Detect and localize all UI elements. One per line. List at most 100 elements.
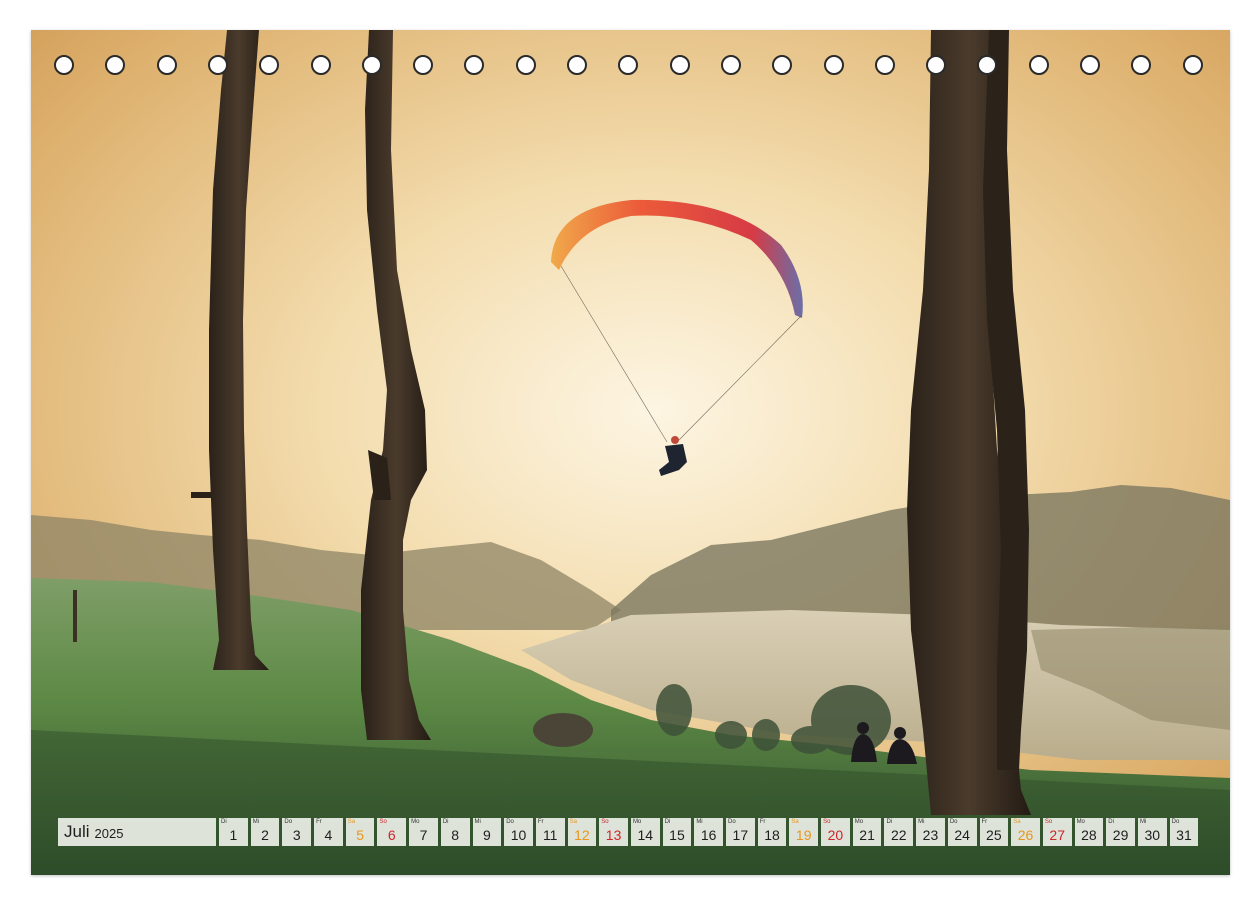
- day-cell: Mi 16: [694, 818, 723, 846]
- month-year: 2025: [94, 826, 124, 841]
- landscape-illustration: [31, 30, 1230, 875]
- month-name: Juli: [64, 822, 90, 841]
- day-number: 14: [637, 827, 654, 843]
- day-number: 8: [451, 827, 460, 843]
- weekday-label: So: [379, 819, 387, 825]
- day-number: 10: [510, 827, 527, 843]
- day-cell: So 13: [599, 818, 628, 846]
- binding-ring-icon: [361, 55, 382, 75]
- calendar-page: Juli 2025 Di 1 Mi 2 Do 3 Fr 4 Sa 5 So 6 Mo 7 Di 8 Mi 9 Do 1…: [0, 0, 1260, 905]
- day-number: 1: [229, 827, 238, 843]
- weekday-label: So: [601, 819, 609, 825]
- day-number: 27: [1049, 827, 1065, 843]
- day-number: 22: [890, 827, 907, 843]
- binding-ring-icon: [515, 55, 536, 75]
- weekday-label: Mo: [1076, 819, 1085, 825]
- weekday-label: Do: [506, 819, 514, 825]
- binding-ring-icon: [207, 55, 228, 75]
- binding-ring-icon: [874, 55, 895, 75]
- day-number: 15: [669, 827, 685, 843]
- day-cell: Do 24: [947, 818, 977, 846]
- binding-ring-icon: [156, 55, 177, 75]
- weekday-label: Do: [1171, 819, 1180, 825]
- day-cell: Do 10: [504, 818, 533, 846]
- day-cell: Mo 7: [409, 818, 438, 846]
- day-number: 17: [732, 827, 749, 843]
- weekday-label: Di: [221, 819, 227, 825]
- day-cell: Di 29: [1106, 818, 1135, 846]
- day-cell: Fr 25: [979, 818, 1009, 846]
- day-cell: Di 8: [440, 818, 470, 846]
- day-cell: Mo 14: [630, 818, 660, 846]
- fence-post: [73, 590, 77, 642]
- day-cell: Mo 28: [1074, 818, 1104, 846]
- day-cell: So 27: [1042, 818, 1072, 846]
- day-number: 28: [1081, 827, 1097, 843]
- day-number: 4: [324, 827, 333, 843]
- day-number: 23: [922, 827, 939, 843]
- weekday-label: Do: [949, 819, 958, 825]
- weekday-label: Mi: [474, 819, 481, 825]
- binding-ring-icon: [669, 55, 690, 75]
- day-cell: Fr 11: [535, 818, 565, 846]
- binding-ring-icon: [926, 55, 947, 75]
- day-number: 3: [292, 827, 301, 843]
- paraglider-photo: [31, 30, 1230, 875]
- binding-ring-icon: [720, 55, 741, 75]
- binding-ring-icon: [54, 55, 74, 75]
- day-number: 2: [261, 827, 269, 843]
- weekday-label: Mi: [1139, 819, 1147, 825]
- weekday-label: Do: [284, 819, 293, 825]
- weekday-label: Mo: [411, 819, 420, 825]
- day-number: 18: [764, 827, 780, 843]
- binding-ring-icon: [1080, 55, 1100, 75]
- binding-ring-icon: [413, 55, 434, 75]
- weekday-label: So: [1044, 819, 1053, 825]
- weekday-label: Mo: [632, 819, 642, 825]
- day-number: 31: [1176, 827, 1192, 843]
- day-cell: Mi 30: [1137, 818, 1167, 846]
- day-number: 21: [859, 827, 875, 843]
- day-cell: Fr 4: [314, 818, 343, 846]
- day-number: 30: [1144, 827, 1161, 843]
- weekday-label: Mo: [854, 819, 864, 825]
- day-number: 13: [605, 827, 622, 843]
- day-cell: Do 31: [1169, 818, 1199, 846]
- month-strip: Juli 2025 Di 1 Mi 2 Do 3 Fr 4 Sa 5 So 6 Mo 7 Di 8 Mi 9 Do 1…: [58, 818, 1199, 846]
- day-number: 25: [986, 827, 1002, 843]
- binding-ring-icon: [567, 55, 587, 75]
- day-cell: Mi 2: [250, 818, 280, 846]
- day-cell: Di 1: [219, 818, 248, 846]
- weekday-label: Do: [728, 819, 736, 825]
- binding-ring-icon: [1028, 55, 1049, 75]
- binding-ring-icon: [1182, 55, 1203, 75]
- weekday-label: So: [823, 819, 831, 825]
- rock: [533, 713, 593, 747]
- weekday-label: Di: [664, 819, 671, 825]
- weekday-label: Fr: [759, 819, 766, 825]
- day-cell: Di 22: [884, 818, 914, 846]
- weekday-label: Di: [442, 819, 449, 825]
- weekday-label: Sa: [347, 819, 356, 825]
- weekday-label: Fr: [316, 819, 322, 825]
- weekday-label: Di: [1108, 819, 1114, 825]
- day-cell: Di 15: [662, 818, 692, 846]
- weekday-label: Mi: [252, 819, 260, 825]
- weekday-label: Sa: [569, 819, 577, 825]
- day-number: 7: [419, 827, 428, 843]
- sign-post: [191, 492, 211, 498]
- day-number: 5: [356, 827, 364, 843]
- weekday-label: Mi: [918, 819, 925, 825]
- weekday-label: Sa: [1013, 819, 1021, 825]
- day-number: 20: [827, 827, 844, 843]
- weekday-label: Fr: [537, 819, 544, 825]
- day-cell: Mo 21: [852, 818, 882, 846]
- day-number: 24: [954, 827, 970, 843]
- day-number: 26: [1017, 827, 1034, 843]
- day-cell: Sa 12: [567, 818, 597, 846]
- day-cell: So 20: [821, 818, 850, 846]
- binding-ring-icon: [310, 55, 331, 75]
- day-cell: Fr 18: [757, 818, 787, 846]
- day-number: 16: [700, 827, 717, 843]
- weekday-label: Sa: [791, 819, 799, 825]
